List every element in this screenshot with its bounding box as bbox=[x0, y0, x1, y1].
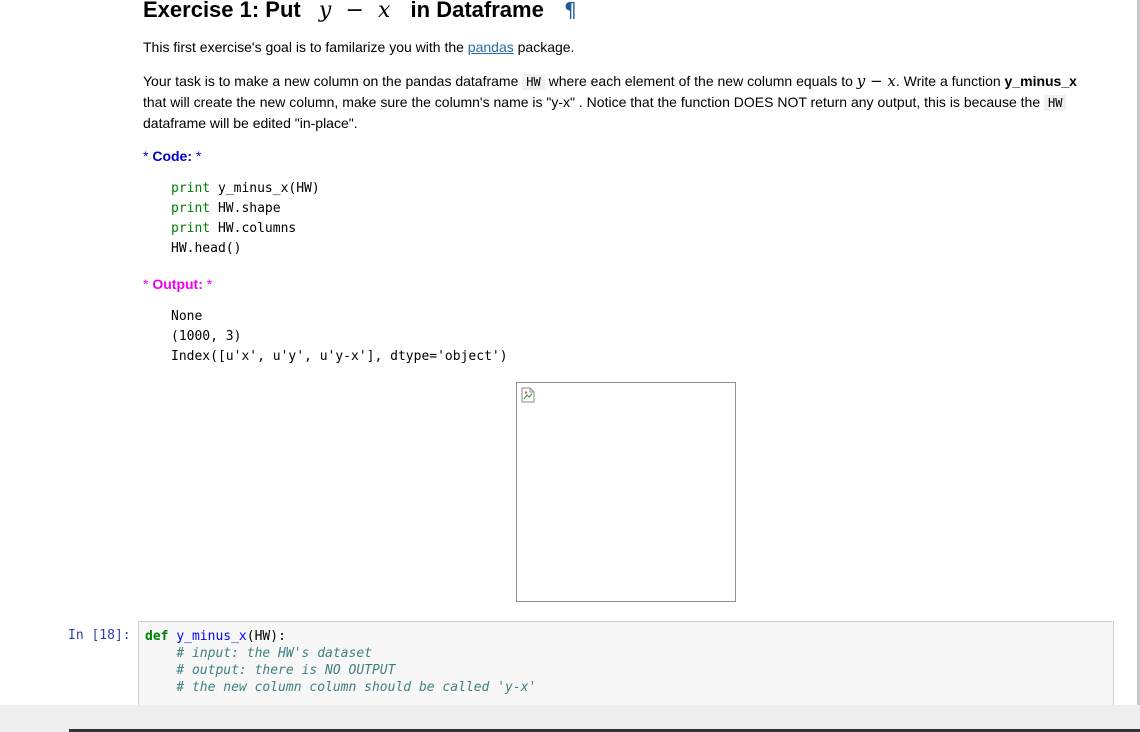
bottom-bar bbox=[0, 705, 1140, 732]
code-label-star: * bbox=[143, 148, 149, 164]
code-editor[interactable]: def y_minus_x(HW): # input: the HW's dat… bbox=[145, 628, 536, 696]
intro-text: This first exercise's goal is to familar… bbox=[143, 39, 468, 55]
broken-image-icon bbox=[521, 387, 535, 403]
intro-text-end: package. bbox=[513, 39, 575, 55]
intro-paragraph: This first exercise's goal is to familar… bbox=[143, 37, 1113, 57]
output-label-star: * bbox=[143, 276, 149, 292]
exercise-heading: Exercise 1: Put y − x in Dataframe ¶ bbox=[143, 0, 577, 27]
inline-code-hw: HW bbox=[1044, 95, 1067, 111]
print-keyword: print bbox=[171, 221, 211, 236]
broken-image-placeholder bbox=[516, 382, 736, 602]
function-name: y_minus_x bbox=[176, 629, 247, 644]
code-cell-input[interactable]: def y_minus_x(HW): # input: the HW's dat… bbox=[138, 621, 1114, 711]
pandas-link[interactable]: pandas bbox=[468, 39, 514, 55]
code-label-star: * bbox=[195, 148, 202, 164]
inline-math-minus: − bbox=[865, 72, 888, 90]
inline-math-y: y bbox=[856, 72, 866, 90]
task-paragraph: Your task is to make a new column on the… bbox=[143, 71, 1113, 133]
inline-math-x: x bbox=[887, 72, 896, 90]
function-name-bold: y_minus_x bbox=[1004, 73, 1077, 89]
code-comment: # the new column column should be called… bbox=[176, 680, 537, 695]
task-text: Your task is to make a new column on the… bbox=[143, 73, 523, 89]
output-line: None bbox=[171, 309, 203, 324]
heading-suffix: in Dataframe bbox=[410, 0, 544, 22]
output-line: (1000, 3) bbox=[171, 329, 242, 344]
heading-prefix: Exercise 1: Put bbox=[143, 0, 301, 22]
code-comment: # output: there is NO OUTPUT bbox=[176, 663, 396, 678]
code-label: * Code: * bbox=[143, 146, 1113, 166]
example-output-block: None (1000, 3) Index([u'x', u'y', u'y-x'… bbox=[171, 307, 508, 367]
code-label-text: Code: bbox=[152, 148, 193, 164]
cell-prompt: In [18]: bbox=[68, 628, 131, 643]
code-line: HW.head() bbox=[171, 241, 242, 256]
code-line: y_minus_x(HW) bbox=[210, 181, 320, 196]
output-label-star: * bbox=[206, 276, 213, 292]
output-line: Index([u'x', u'y', u'y-x'], dtype='objec… bbox=[171, 349, 508, 364]
code-line: HW.columns bbox=[210, 221, 297, 236]
code-line: HW.shape bbox=[210, 201, 281, 216]
def-keyword: def bbox=[145, 629, 169, 644]
heading-math-x: x bbox=[378, 0, 391, 23]
example-code-block: print y_minus_x(HW) print HW.shape print… bbox=[171, 179, 320, 259]
code-comment: # input: the HW's dataset bbox=[176, 646, 372, 661]
task-text: that will create the new column, make su… bbox=[143, 94, 1044, 110]
heading-math-minus: − bbox=[345, 0, 364, 23]
inline-code-hw: HW bbox=[522, 74, 545, 90]
task-text: dataframe will be edited "in-place". bbox=[143, 115, 358, 131]
print-keyword: print bbox=[171, 201, 211, 216]
print-keyword: print bbox=[171, 181, 211, 196]
function-params: (HW): bbox=[246, 629, 286, 644]
output-label: * Output: * bbox=[143, 274, 1113, 294]
output-label-text: Output: bbox=[152, 276, 203, 292]
anchor-pilcrow-icon[interactable]: ¶ bbox=[564, 0, 577, 22]
task-text: . Write a function bbox=[895, 73, 1005, 89]
heading-math-y: y bbox=[318, 0, 332, 23]
task-text: where each element of the new column equ… bbox=[544, 73, 857, 89]
